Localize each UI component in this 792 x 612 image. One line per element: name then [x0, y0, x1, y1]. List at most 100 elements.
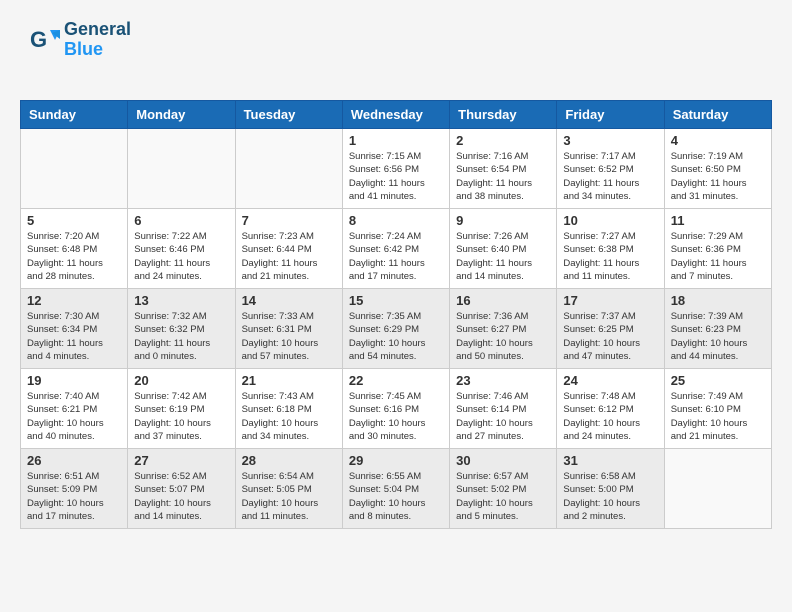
weekday-header-saturday: Saturday: [664, 101, 771, 129]
day-number: 19: [27, 373, 121, 388]
day-number: 15: [349, 293, 443, 308]
calendar-week-row: 19 Sunrise: 7:40 AM Sunset: 6:21 PM Dayli…: [21, 369, 772, 449]
calendar-cell: 5 Sunrise: 7:20 AM Sunset: 6:48 PM Daylig…: [21, 209, 128, 289]
day-info: Sunrise: 7:27 AM Sunset: 6:38 PM Dayligh…: [563, 230, 657, 283]
calendar-cell: 31Sunrise: 6:58 AM Sunset: 5:00 PM Dayli…: [557, 449, 664, 529]
logo-icon: G: [30, 25, 60, 55]
calendar-week-row: 12Sunrise: 7:30 AM Sunset: 6:34 PM Dayli…: [21, 289, 772, 369]
weekday-header-row: SundayMondayTuesdayWednesdayThursdayFrid…: [21, 101, 772, 129]
calendar-cell: 4 Sunrise: 7:19 AM Sunset: 6:50 PM Daylig…: [664, 129, 771, 209]
day-info: Sunrise: 7:36 AM Sunset: 6:27 PM Dayligh…: [456, 310, 550, 363]
weekday-header-monday: Monday: [128, 101, 235, 129]
day-info: Sunrise: 7:23 AM Sunset: 6:44 PM Dayligh…: [242, 230, 336, 283]
weekday-header-wednesday: Wednesday: [342, 101, 449, 129]
logo-text: General Blue: [64, 20, 131, 60]
day-number: 7: [242, 213, 336, 228]
calendar-cell: 22 Sunrise: 7:45 AM Sunset: 6:16 PM Dayli…: [342, 369, 449, 449]
calendar-cell: 29 Sunrise: 6:55 AM Sunset: 5:04 PM Dayli…: [342, 449, 449, 529]
day-number: 13: [134, 293, 228, 308]
day-number: 21: [242, 373, 336, 388]
calendar-cell: 21 Sunrise: 7:43 AM Sunset: 6:18 PM Dayli…: [235, 369, 342, 449]
calendar-cell: 16 Sunrise: 7:36 AM Sunset: 6:27 PM Dayli…: [450, 289, 557, 369]
calendar-cell: 3Sunrise: 7:17 AM Sunset: 6:52 PM Daylig…: [557, 129, 664, 209]
day-number: 11: [671, 213, 765, 228]
calendar-cell: [235, 129, 342, 209]
weekday-header-friday: Friday: [557, 101, 664, 129]
day-number: 8: [349, 213, 443, 228]
day-number: 22: [349, 373, 443, 388]
day-info: Sunrise: 6:52 AM Sunset: 5:07 PM Dayligh…: [134, 470, 228, 523]
day-info: Sunrise: 7:39 AM Sunset: 6:23 PM Dayligh…: [671, 310, 765, 363]
weekday-header-sunday: Sunday: [21, 101, 128, 129]
calendar-cell: 26 Sunrise: 6:51 AM Sunset: 5:09 PM Dayli…: [21, 449, 128, 529]
calendar-week-row: 26 Sunrise: 6:51 AM Sunset: 5:09 PM Dayli…: [21, 449, 772, 529]
day-number: 25: [671, 373, 765, 388]
day-number: 29: [349, 453, 443, 468]
calendar-cell: 2 Sunrise: 7:16 AM Sunset: 6:54 PM Daylig…: [450, 129, 557, 209]
calendar-cell: [128, 129, 235, 209]
day-number: 6: [134, 213, 228, 228]
calendar-cell: 20Sunrise: 7:42 AM Sunset: 6:19 PM Dayli…: [128, 369, 235, 449]
calendar-cell: 13Sunrise: 7:32 AM Sunset: 6:32 PM Dayli…: [128, 289, 235, 369]
day-info: Sunrise: 7:48 AM Sunset: 6:12 PM Dayligh…: [563, 390, 657, 443]
day-number: 24: [563, 373, 657, 388]
day-number: 28: [242, 453, 336, 468]
day-info: Sunrise: 6:51 AM Sunset: 5:09 PM Dayligh…: [27, 470, 121, 523]
day-info: Sunrise: 7:37 AM Sunset: 6:25 PM Dayligh…: [563, 310, 657, 363]
calendar-week-row: 1 Sunrise: 7:15 AM Sunset: 6:56 PM Daylig…: [21, 129, 772, 209]
calendar-cell: 24 Sunrise: 7:48 AM Sunset: 6:12 PM Dayli…: [557, 369, 664, 449]
calendar-container: SundayMondayTuesdayWednesdayThursdayFrid…: [20, 100, 772, 529]
day-info: Sunrise: 7:24 AM Sunset: 6:42 PM Dayligh…: [349, 230, 443, 283]
day-number: 2: [456, 133, 550, 148]
day-number: 4: [671, 133, 765, 148]
calendar-cell: 15 Sunrise: 7:35 AM Sunset: 6:29 PM Dayli…: [342, 289, 449, 369]
day-info: Sunrise: 7:20 AM Sunset: 6:48 PM Dayligh…: [27, 230, 121, 283]
day-number: 12: [27, 293, 121, 308]
day-number: 23: [456, 373, 550, 388]
day-number: 5: [27, 213, 121, 228]
calendar-cell: 8 Sunrise: 7:24 AM Sunset: 6:42 PM Daylig…: [342, 209, 449, 289]
day-number: 14: [242, 293, 336, 308]
day-info: Sunrise: 7:49 AM Sunset: 6:10 PM Dayligh…: [671, 390, 765, 443]
calendar-cell: 11 Sunrise: 7:29 AM Sunset: 6:36 PM Dayli…: [664, 209, 771, 289]
day-info: Sunrise: 7:42 AM Sunset: 6:19 PM Dayligh…: [134, 390, 228, 443]
calendar-cell: 28 Sunrise: 6:54 AM Sunset: 5:05 PM Dayli…: [235, 449, 342, 529]
day-number: 16: [456, 293, 550, 308]
day-info: Sunrise: 7:35 AM Sunset: 6:29 PM Dayligh…: [349, 310, 443, 363]
day-info: Sunrise: 6:57 AM Sunset: 5:02 PM Dayligh…: [456, 470, 550, 523]
day-info: Sunrise: 7:40 AM Sunset: 6:21 PM Dayligh…: [27, 390, 121, 443]
day-number: 26: [27, 453, 121, 468]
day-number: 27: [134, 453, 228, 468]
day-info: Sunrise: 7:15 AM Sunset: 6:56 PM Dayligh…: [349, 150, 443, 203]
day-number: 30: [456, 453, 550, 468]
day-info: Sunrise: 7:45 AM Sunset: 6:16 PM Dayligh…: [349, 390, 443, 443]
day-info: Sunrise: 7:22 AM Sunset: 6:46 PM Dayligh…: [134, 230, 228, 283]
day-info: Sunrise: 7:33 AM Sunset: 6:31 PM Dayligh…: [242, 310, 336, 363]
calendar-cell: 7 Sunrise: 7:23 AM Sunset: 6:44 PM Daylig…: [235, 209, 342, 289]
calendar-cell: 23 Sunrise: 7:46 AM Sunset: 6:14 PM Dayli…: [450, 369, 557, 449]
calendar-cell: 17 Sunrise: 7:37 AM Sunset: 6:25 PM Dayli…: [557, 289, 664, 369]
logo: G General Blue: [30, 20, 131, 60]
day-info: Sunrise: 7:19 AM Sunset: 6:50 PM Dayligh…: [671, 150, 765, 203]
day-info: Sunrise: 7:29 AM Sunset: 6:36 PM Dayligh…: [671, 230, 765, 283]
calendar-cell: 18 Sunrise: 7:39 AM Sunset: 6:23 PM Dayli…: [664, 289, 771, 369]
calendar-cell: [21, 129, 128, 209]
calendar-table: SundayMondayTuesdayWednesdayThursdayFrid…: [20, 100, 772, 529]
day-info: Sunrise: 7:46 AM Sunset: 6:14 PM Dayligh…: [456, 390, 550, 443]
calendar-cell: [664, 449, 771, 529]
day-number: 3: [563, 133, 657, 148]
day-info: Sunrise: 6:54 AM Sunset: 5:05 PM Dayligh…: [242, 470, 336, 523]
day-number: 9: [456, 213, 550, 228]
day-number: 17: [563, 293, 657, 308]
day-number: 10: [563, 213, 657, 228]
svg-text:G: G: [30, 27, 47, 52]
day-info: Sunrise: 7:16 AM Sunset: 6:54 PM Dayligh…: [456, 150, 550, 203]
day-number: 1: [349, 133, 443, 148]
day-info: Sunrise: 7:43 AM Sunset: 6:18 PM Dayligh…: [242, 390, 336, 443]
calendar-cell: 12Sunrise: 7:30 AM Sunset: 6:34 PM Dayli…: [21, 289, 128, 369]
day-info: Sunrise: 6:55 AM Sunset: 5:04 PM Dayligh…: [349, 470, 443, 523]
calendar-cell: 25 Sunrise: 7:49 AM Sunset: 6:10 PM Dayli…: [664, 369, 771, 449]
day-number: 18: [671, 293, 765, 308]
calendar-cell: 10 Sunrise: 7:27 AM Sunset: 6:38 PM Dayli…: [557, 209, 664, 289]
calendar-cell: 19 Sunrise: 7:40 AM Sunset: 6:21 PM Dayli…: [21, 369, 128, 449]
